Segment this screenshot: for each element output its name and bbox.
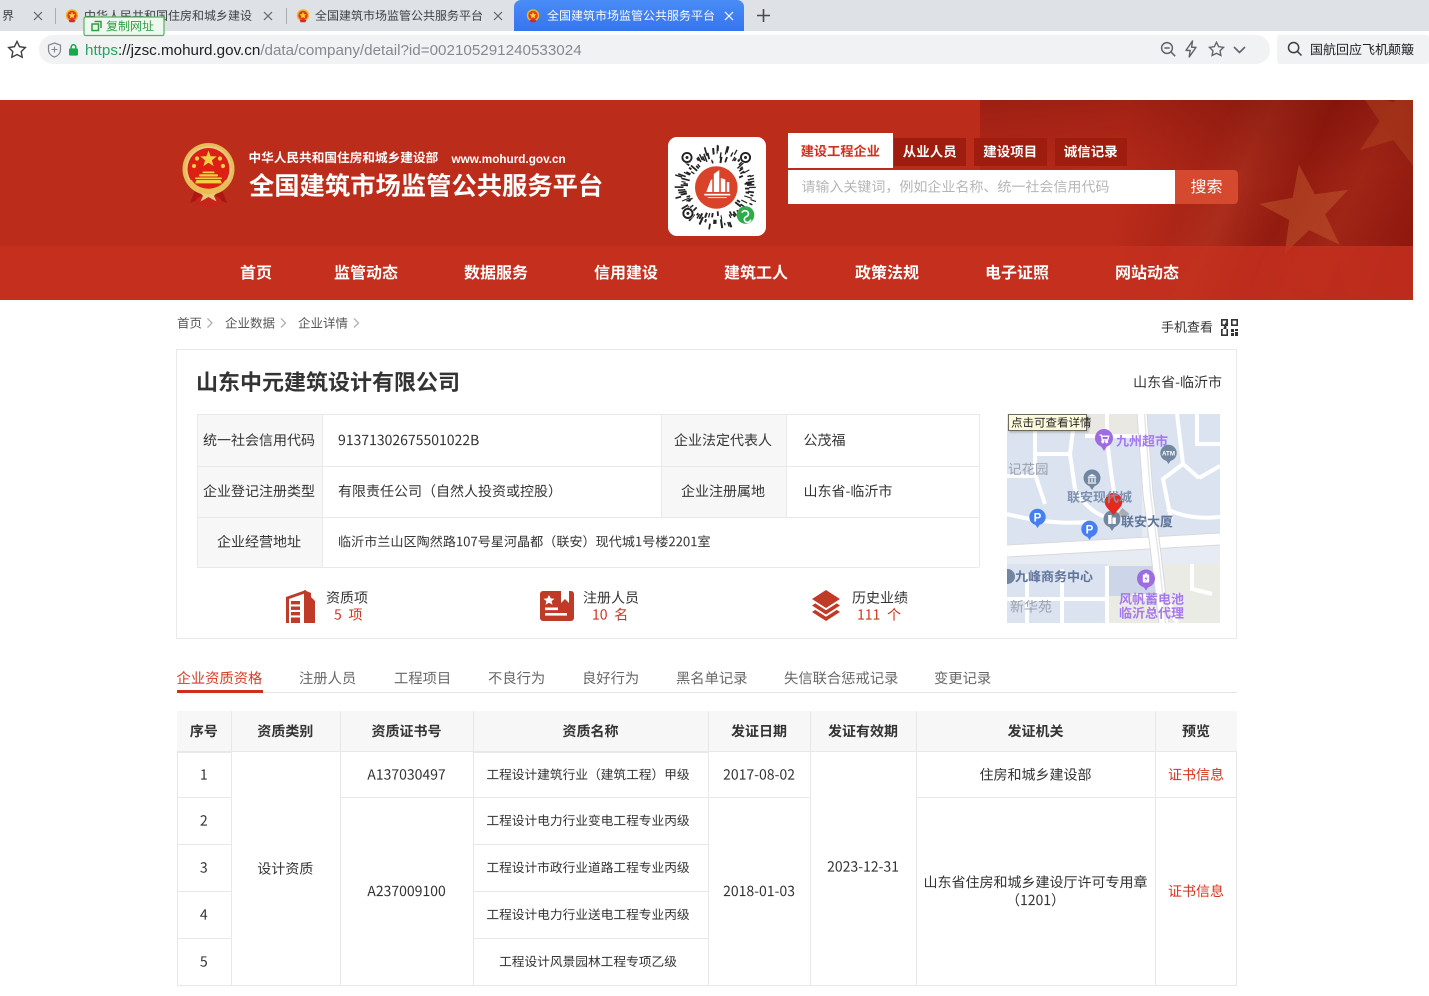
- svg-text:www.mohurd.gov.cn: www.mohurd.gov.cn: [451, 153, 566, 166]
